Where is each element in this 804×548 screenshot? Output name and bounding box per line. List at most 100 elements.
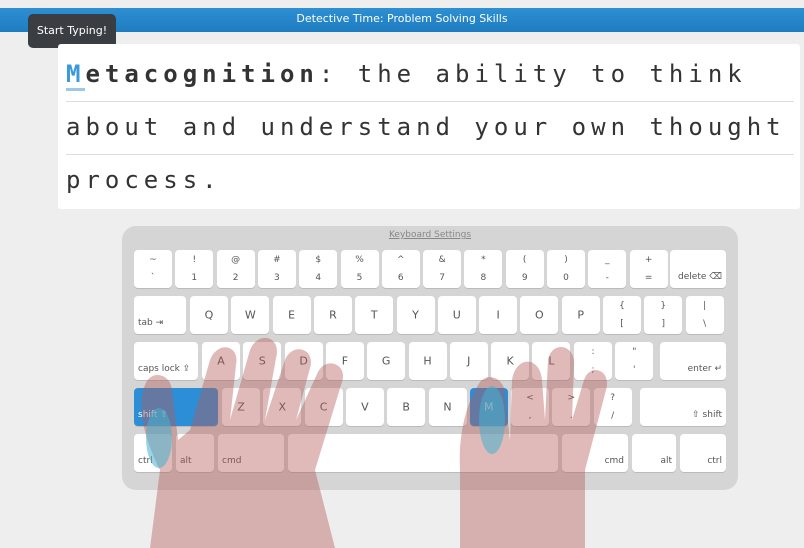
punct-key-label: ' bbox=[633, 365, 636, 375]
alt-right-key[interactable]: alt bbox=[632, 434, 676, 472]
key-12[interactable]: + = bbox=[629, 250, 668, 288]
key-10[interactable]: ) 0 bbox=[547, 250, 585, 288]
key-6[interactable]: ^ 6 bbox=[381, 250, 420, 288]
key-4-label: 4 bbox=[315, 273, 322, 283]
tab-key[interactable]: tab ⇥ bbox=[134, 296, 186, 334]
punct-key[interactable]: >. bbox=[552, 388, 591, 426]
key-x[interactable]: X bbox=[263, 388, 302, 426]
key-8-label: 8 bbox=[480, 273, 487, 283]
key-e-label: E bbox=[288, 308, 296, 322]
caps-lock-key[interactable]: caps lock ⇪ bbox=[134, 342, 198, 380]
punct-key-label: " bbox=[632, 347, 637, 357]
key-j-label: J bbox=[467, 354, 471, 368]
key-v[interactable]: V bbox=[345, 388, 384, 426]
key-l[interactable]: L bbox=[532, 342, 571, 380]
key-i[interactable]: I bbox=[479, 296, 518, 334]
key-11[interactable]: _ - bbox=[588, 250, 627, 288]
key-w[interactable]: W bbox=[231, 296, 270, 334]
ctrl-key-label: ctrl bbox=[138, 456, 153, 466]
key-1[interactable]: ! 1 bbox=[175, 250, 214, 288]
alt-key[interactable]: alt bbox=[176, 434, 214, 472]
key-j[interactable]: J bbox=[449, 342, 488, 380]
key-0-label: ~ bbox=[149, 255, 157, 265]
punct-key[interactable]: ? / bbox=[593, 388, 632, 426]
key-g[interactable]: G bbox=[367, 342, 406, 380]
key-g-label: G bbox=[381, 354, 391, 368]
key-3[interactable]: #3 bbox=[257, 250, 296, 288]
punct-key[interactable]: {[ bbox=[603, 296, 641, 334]
key-7-label: 7 bbox=[439, 273, 445, 283]
key-o[interactable]: O bbox=[520, 296, 559, 334]
enter-key-label: enter ↵ bbox=[687, 364, 722, 374]
punct-key-label: | bbox=[703, 301, 707, 311]
right-shift-key-label: ⇧ shift bbox=[692, 410, 722, 420]
ctrl-right-key[interactable]: ctrl bbox=[680, 434, 726, 472]
key-f[interactable]: F bbox=[325, 342, 364, 380]
punct-key-label: . bbox=[569, 411, 573, 421]
typing-passage: Metacognition: the ability to think abou… bbox=[58, 44, 800, 209]
key-b-label: B bbox=[402, 400, 410, 414]
right-shift-key[interactable]: ⇧ shift bbox=[640, 388, 726, 426]
key-3-label: # bbox=[273, 255, 281, 265]
key-9[interactable]: (9 bbox=[505, 250, 544, 288]
key-h[interactable]: H bbox=[408, 342, 447, 380]
punct-key[interactable]: :; bbox=[574, 342, 612, 380]
key-1-label: ! bbox=[192, 255, 197, 265]
key-n[interactable]: N bbox=[428, 388, 467, 426]
punct-key-label: : bbox=[591, 347, 595, 357]
delete-key[interactable]: delete ⌫ bbox=[670, 250, 726, 288]
left-shift-key[interactable]: shift ⇧ bbox=[134, 388, 218, 426]
punct-key-label: \ bbox=[703, 319, 707, 329]
punct-key[interactable]: }] bbox=[644, 296, 683, 334]
key-q[interactable]: Q bbox=[190, 296, 228, 334]
key-s-label: S bbox=[258, 354, 266, 368]
key-c[interactable]: C bbox=[304, 388, 343, 426]
key-t[interactable]: T bbox=[355, 296, 394, 334]
keyboard-settings-link[interactable]: Keyboard Settings bbox=[122, 230, 738, 240]
tab-key-label: tab ⇥ bbox=[138, 318, 164, 328]
key-a-label: A bbox=[217, 354, 225, 368]
key-0-label: ` bbox=[150, 273, 156, 283]
key-6-label: 6 bbox=[397, 273, 404, 283]
space-key[interactable] bbox=[288, 434, 558, 472]
key-p[interactable]: P bbox=[561, 296, 600, 334]
key-e[interactable]: E bbox=[272, 296, 311, 334]
key-2-label: 2 bbox=[232, 273, 239, 283]
punct-key[interactable]: | \ bbox=[685, 296, 724, 334]
key-z[interactable]: Z bbox=[222, 388, 260, 426]
enter-key[interactable]: enter ↵ bbox=[660, 342, 726, 380]
key-8[interactable]: * 8 bbox=[464, 250, 503, 288]
key-v-label: V bbox=[361, 400, 369, 414]
key-n-label: N bbox=[443, 400, 452, 414]
punct-key-label: } bbox=[660, 301, 667, 311]
punct-key[interactable]: <, bbox=[511, 388, 549, 426]
key-k[interactable]: K bbox=[491, 342, 530, 380]
cmd-key[interactable]: cmd bbox=[218, 434, 284, 472]
key-7[interactable]: & 7 bbox=[423, 250, 462, 288]
cursor-letter: M bbox=[66, 60, 86, 91]
cmd-right-key[interactable]: cmd bbox=[562, 434, 628, 472]
key-d-label: D bbox=[299, 354, 308, 368]
key-d[interactable]: D bbox=[284, 342, 323, 380]
key-r[interactable]: R bbox=[313, 296, 352, 334]
punct-key[interactable]: " ' bbox=[615, 342, 654, 380]
ctrl-key[interactable]: ctrl bbox=[134, 434, 172, 472]
key-4[interactable]: $4 bbox=[299, 250, 338, 288]
title-bar: Detective Time: Problem Solving Skills bbox=[0, 8, 804, 32]
key-b[interactable]: B bbox=[387, 388, 426, 426]
key-5[interactable]: % 5 bbox=[340, 250, 379, 288]
passage-line-1: Metacognition: the ability to think bbox=[66, 48, 794, 102]
key-u[interactable]: U bbox=[437, 296, 476, 334]
key-y[interactable]: Y bbox=[396, 296, 435, 334]
key-s[interactable]: S bbox=[243, 342, 282, 380]
key-a[interactable]: A bbox=[202, 342, 240, 380]
key-m[interactable]: M bbox=[469, 388, 508, 426]
key-w-label: W bbox=[244, 308, 256, 322]
key-9-label: 9 bbox=[521, 273, 528, 283]
key-9-label: ( bbox=[522, 255, 527, 265]
key-2[interactable]: @2 bbox=[216, 250, 255, 288]
key-0[interactable]: ~ ` bbox=[134, 250, 172, 288]
ctrl-right-key-label: ctrl bbox=[707, 456, 722, 466]
punct-key-label: ; bbox=[591, 365, 595, 375]
key-10-label: ) bbox=[564, 255, 568, 265]
